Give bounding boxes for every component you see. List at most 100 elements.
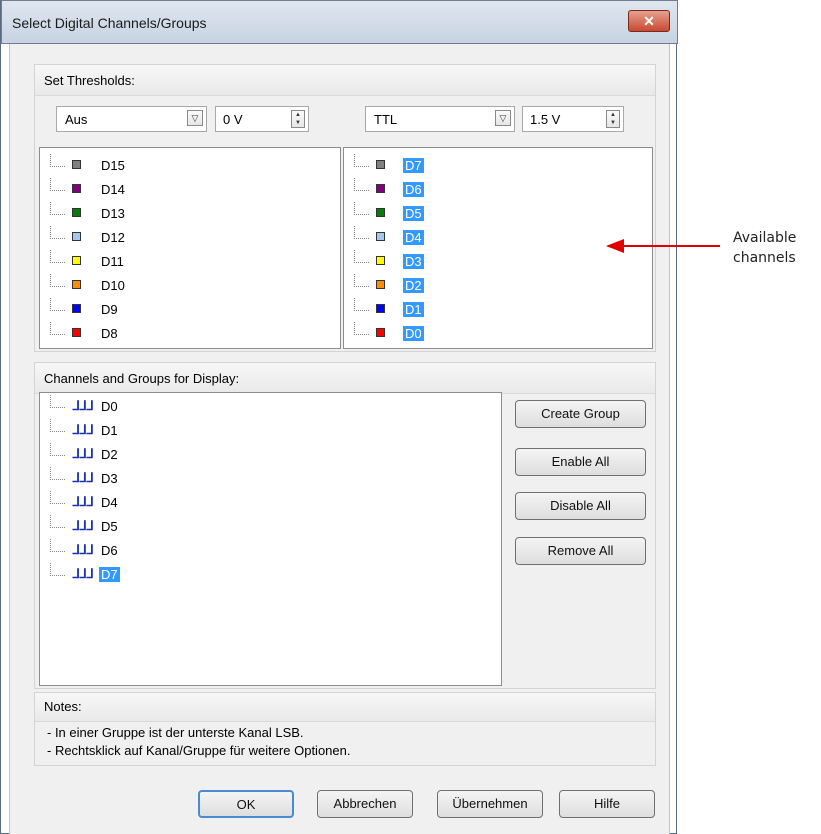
display-group: Channels and Groups for Display: ᒧᒧᒧ D0 ᒧᒧ… <box>34 362 656 689</box>
left-logic-select[interactable]: Aus ▽ <box>56 106 207 132</box>
create-group-button[interactable]: Create Group <box>515 400 646 428</box>
color-swatch-icon <box>376 232 385 241</box>
display-item-d3[interactable]: ᒧᒧᒧ D3 <box>40 467 501 491</box>
window-title: Select Digital Channels/Groups <box>12 15 207 31</box>
channel-label: D7 <box>403 158 424 173</box>
close-button[interactable]: ✕ <box>628 10 670 32</box>
tree-connector <box>354 274 369 287</box>
display-item-d6[interactable]: ᒧᒧᒧ D6 <box>40 539 501 563</box>
channel-label: D7 <box>99 567 120 582</box>
tree-connector <box>354 154 369 167</box>
digital-waveform-icon: ᒧᒧᒧ <box>72 398 94 413</box>
color-swatch-icon <box>72 160 81 169</box>
display-item-d5[interactable]: ᒧᒧᒧ D5 <box>40 515 501 539</box>
ok-button[interactable]: OK <box>198 790 294 818</box>
right-logic-value: TTL <box>374 112 398 127</box>
right-logic-select[interactable]: TTL ▽ <box>365 106 515 132</box>
apply-button[interactable]: Übernehmen <box>437 790 543 818</box>
color-swatch-icon <box>72 280 81 289</box>
tree-connector <box>50 443 65 456</box>
digital-waveform-icon: ᒧᒧᒧ <box>72 566 94 581</box>
color-swatch-icon <box>376 160 385 169</box>
tree-connector <box>50 226 65 239</box>
digital-waveform-icon: ᒧᒧᒧ <box>72 542 94 557</box>
color-swatch-icon <box>376 328 385 337</box>
right-voltage-spinner[interactable]: 1.5 V ▲ ▼ <box>522 106 624 132</box>
color-swatch-icon <box>376 280 385 289</box>
dialog-window: Select Digital Channels/Groups ✕ Set Thr… <box>0 0 678 834</box>
spin-updown-icon[interactable]: ▲ ▼ <box>291 110 305 128</box>
available-right-item-d0[interactable]: D0 <box>344 322 652 346</box>
available-left-item-d12[interactable]: D12 <box>40 226 340 250</box>
left-logic-value: Aus <box>65 112 88 127</box>
channel-label: D0 <box>403 326 424 341</box>
available-right-item-d7[interactable]: D7 <box>344 154 652 178</box>
channel-label: D15 <box>101 158 125 173</box>
chevron-down-icon[interactable]: ▽ <box>187 110 203 126</box>
tree-connector <box>50 202 65 215</box>
available-left-item-d13[interactable]: D13 <box>40 202 340 226</box>
color-swatch-icon <box>72 184 81 193</box>
available-right-item-d5[interactable]: D5 <box>344 202 652 226</box>
tree-connector <box>50 154 65 167</box>
available-left-item-d14[interactable]: D14 <box>40 178 340 202</box>
color-swatch-icon <box>72 256 81 265</box>
left-voltage-spinner[interactable]: 0 V ▲ ▼ <box>215 106 309 132</box>
color-swatch-icon <box>376 304 385 313</box>
channel-label: D2 <box>403 278 424 293</box>
display-channels-list[interactable]: ᒧᒧᒧ D0 ᒧᒧᒧ D1 ᒧᒧᒧ D2 ᒧᒧᒧ D3 ᒧᒧᒧ D4 ᒧᒧᒧ D5 ᒧᒧᒧ D6 ᒧᒧᒧ D7 <box>39 392 502 686</box>
tree-connector <box>50 563 65 576</box>
available-left-item-d10[interactable]: D10 <box>40 274 340 298</box>
enable-all-button[interactable]: Enable All <box>515 448 646 476</box>
tree-connector <box>354 322 369 335</box>
chevron-down-icon[interactable]: ▽ <box>495 110 511 126</box>
color-swatch-icon <box>72 208 81 217</box>
available-channels-left-list[interactable]: D15 D14 D13 D12 D11 D10 D9 D8 <box>39 147 341 349</box>
notes-line-2: - Rechtsklick auf Kanal/Gruppe für weite… <box>47 743 351 758</box>
digital-waveform-icon: ᒧᒧᒧ <box>72 518 94 533</box>
available-left-item-d11[interactable]: D11 <box>40 250 340 274</box>
help-button[interactable]: Hilfe <box>559 790 655 818</box>
channel-label: D1 <box>101 423 118 438</box>
color-swatch-icon <box>376 184 385 193</box>
annotation-line-1: Available <box>733 230 797 246</box>
channel-label: D0 <box>101 399 118 414</box>
tree-connector <box>50 250 65 263</box>
display-item-d7[interactable]: ᒧᒧᒧ D7 <box>40 563 501 587</box>
channel-label: D11 <box>101 254 124 269</box>
tree-connector <box>50 491 65 504</box>
display-item-d2[interactable]: ᒧᒧᒧ D2 <box>40 443 501 467</box>
disable-all-button[interactable]: Disable All <box>515 492 646 520</box>
available-right-item-d2[interactable]: D2 <box>344 274 652 298</box>
available-left-item-d9[interactable]: D9 <box>40 298 340 322</box>
thresholds-title: Set Thresholds: <box>44 73 135 88</box>
channel-label: D5 <box>403 206 424 221</box>
notes-title: Notes: <box>44 699 82 714</box>
dialog-body: Set Thresholds: Aus ▽ 0 V ▲ ▼ TTL ▽ 1.5 V… <box>9 44 670 834</box>
tree-connector <box>354 226 369 239</box>
spin-updown-icon[interactable]: ▲ ▼ <box>606 110 620 128</box>
display-item-d1[interactable]: ᒧᒧᒧ D1 <box>40 419 501 443</box>
display-item-d0[interactable]: ᒧᒧᒧ D0 <box>40 395 501 419</box>
digital-waveform-icon: ᒧᒧᒧ <box>72 494 94 509</box>
cancel-button[interactable]: Abbrechen <box>317 790 413 818</box>
display-header: Channels and Groups for Display: <box>35 363 655 394</box>
color-swatch-icon <box>376 208 385 217</box>
channel-label: D13 <box>101 206 125 221</box>
available-right-item-d6[interactable]: D6 <box>344 178 652 202</box>
available-left-item-d8[interactable]: D8 <box>40 322 340 346</box>
notes-group: Notes: - In einer Gruppe ist der unterst… <box>34 692 656 766</box>
channel-label: D8 <box>101 326 118 341</box>
remove-all-button[interactable]: Remove All <box>515 537 646 565</box>
available-right-item-d1[interactable]: D1 <box>344 298 652 322</box>
thresholds-group: Set Thresholds: Aus ▽ 0 V ▲ ▼ TTL ▽ 1.5 V… <box>34 64 656 352</box>
annotation-arrow <box>606 239 720 253</box>
title-bar: Select Digital Channels/Groups ✕ <box>1 0 678 44</box>
channel-label: D3 <box>101 471 118 486</box>
tree-connector <box>354 202 369 215</box>
tree-connector <box>50 467 65 480</box>
color-swatch-icon <box>72 328 81 337</box>
display-item-d4[interactable]: ᒧᒧᒧ D4 <box>40 491 501 515</box>
tree-connector <box>50 395 65 408</box>
available-left-item-d15[interactable]: D15 <box>40 154 340 178</box>
